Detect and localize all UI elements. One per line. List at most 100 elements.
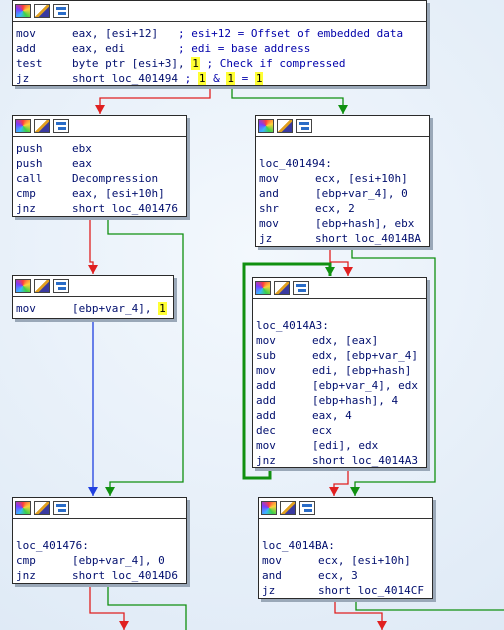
instruction-line[interactable]: call Decompression (16, 171, 183, 186)
operands: eax, [esi+10h] (72, 187, 165, 200)
block-label[interactable]: loc_4014A3: (256, 318, 423, 333)
block-label[interactable]: loc_401476: (16, 538, 183, 553)
instruction-line[interactable]: mov [edi], edx (256, 438, 423, 453)
comment: ; Check if compressed (199, 57, 346, 70)
arrow-head (343, 267, 353, 276)
rename-icon[interactable] (277, 119, 293, 133)
instruction-line[interactable]: jz short loc_4014CF (262, 583, 429, 598)
color-palette-icon[interactable] (255, 281, 271, 295)
group-nodes-icon[interactable] (299, 501, 315, 515)
instruction-line[interactable]: dec ecx (256, 423, 423, 438)
arrow-head (377, 621, 387, 630)
mnemonic: test (16, 57, 43, 70)
mnemonic: cmp (16, 187, 36, 200)
color-palette-icon[interactable] (15, 119, 31, 133)
block-code: loc_4014BA: mov ecx, [esi+10h] and ecx, 3 jz s… (259, 519, 432, 601)
instruction-line[interactable]: add eax, 4 (256, 408, 423, 423)
rename-icon[interactable] (274, 281, 290, 295)
instruction-line[interactable]: test byte ptr [esi+3], 1 ; Check if compr… (16, 56, 423, 71)
block-label[interactable]: loc_4014BA: (262, 538, 429, 553)
instruction-line[interactable]: and ecx, 3 (262, 568, 429, 583)
instruction-line[interactable]: push ebx (16, 141, 183, 156)
group-nodes-icon[interactable] (53, 279, 69, 293)
operands: ecx, [esi+10h] (315, 172, 408, 185)
instruction-line[interactable]: jnz short loc_4014A3 (256, 453, 423, 468)
block-header (256, 116, 429, 137)
color-palette-icon[interactable] (15, 279, 31, 293)
instruction-line[interactable]: add eax, edi ; edi = base address (16, 41, 423, 56)
mnemonic: and (262, 569, 282, 582)
basic-block-loc-4014A3[interactable]: loc_4014A3: mov edx, [eax] sub edx, [ebp+var… (252, 277, 427, 468)
color-palette-icon[interactable] (15, 4, 31, 18)
instruction-line[interactable]: add [ebp+hash], 4 (256, 393, 423, 408)
color-palette-icon[interactable] (261, 501, 277, 515)
color-palette-icon[interactable] (258, 119, 274, 133)
mnemonic: jnz (16, 569, 36, 582)
comment: ; edi = base address (177, 42, 311, 55)
operands: [ebp+var_4], edx (312, 379, 418, 392)
instruction-line[interactable]: mov edx, [eax] (256, 333, 423, 348)
instruction-line[interactable]: mov ecx, [esi+10h] (262, 553, 429, 568)
mnemonic: jnz (256, 454, 276, 467)
color-palette-icon[interactable] (15, 501, 31, 515)
basic-block-loc-401476[interactable]: loc_401476: cmp [ebp+var_4], 0 jnz short loc… (12, 497, 187, 584)
rename-icon[interactable] (34, 279, 50, 293)
operands: edi, [ebp+hash] (312, 364, 412, 377)
edge-false[interactable] (329, 246, 349, 276)
arrow-head (325, 267, 335, 276)
operands: [edi], edx (312, 439, 379, 452)
instruction-line[interactable]: jnz short loc_401476 (16, 201, 183, 216)
edge-true[interactable] (107, 583, 187, 630)
block-label[interactable]: loc_401494: (259, 156, 426, 171)
mnemonic: and (259, 187, 279, 200)
operands: Decompression (72, 172, 159, 185)
instruction-line[interactable]: shr ecx, 2 (259, 201, 426, 216)
rename-icon[interactable] (280, 501, 296, 515)
basic-block-loc-4014BA[interactable]: loc_4014BA: mov ecx, [esi+10h] and ecx, 3 jz s… (258, 497, 433, 599)
operands: edx, [eax] (312, 334, 379, 347)
operands: eax, [esi+12] ; esi+12 = Offset of embed… (72, 27, 404, 40)
mnemonic: add (256, 394, 276, 407)
edge-false[interactable] (89, 583, 125, 630)
instruction-line[interactable]: mov [ebp+var_4], 1 (16, 301, 170, 316)
group-nodes-icon[interactable] (293, 281, 309, 295)
instruction-line[interactable]: cmp eax, [esi+10h] (16, 186, 183, 201)
instruction-line[interactable]: mov edi, [ebp+hash] (256, 363, 423, 378)
instruction-line[interactable]: sub edx, [ebp+var_4] (256, 348, 423, 363)
rename-icon[interactable] (34, 4, 50, 18)
basic-block-decompress[interactable]: push ebx push eax call Decompression cmp eax, [… (12, 115, 187, 217)
mnemonic: push (16, 142, 43, 155)
group-nodes-icon[interactable] (53, 119, 69, 133)
instruction-line[interactable]: jz short loc_4014BA (259, 231, 426, 246)
group-nodes-icon[interactable] (53, 4, 69, 18)
basic-block-set-var4[interactable]: mov [ebp+var_4], 1 (12, 275, 174, 319)
mnemonic: mov (256, 364, 276, 377)
edge-true[interactable] (107, 216, 184, 496)
mnemonic: sub (256, 349, 276, 362)
edge-false[interactable] (334, 598, 383, 630)
instruction-line[interactable]: mov eax, [esi+12] ; esi+12 = Offset of em… (16, 26, 423, 41)
mnemonic: add (16, 42, 36, 55)
basic-block-loc-401494[interactable]: loc_401494: mov ecx, [esi+10h] and [ebp+var_… (255, 115, 430, 247)
instruction-line[interactable]: add [ebp+var_4], edx (256, 378, 423, 393)
mnemonic: add (256, 379, 276, 392)
rename-icon[interactable] (34, 501, 50, 515)
instruction-line[interactable]: jz short loc_401494 ; 1 & 1 = 1 (16, 71, 423, 86)
basic-block-entry[interactable]: mov eax, [esi+12] ; esi+12 = Offset of em… (12, 0, 427, 86)
instruction-line[interactable]: and [ebp+var_4], 0 (259, 186, 426, 201)
instruction-line[interactable]: mov ecx, [esi+10h] (259, 171, 426, 186)
instruction-line[interactable]: push eax (16, 156, 183, 171)
arrow-head (88, 487, 98, 496)
instruction-line[interactable]: cmp [ebp+var_4], 0 (16, 553, 183, 568)
operands: [ebp+var_4], 1 (72, 302, 167, 315)
operands: eax, 4 (312, 409, 352, 422)
instruction-line[interactable]: jnz short loc_4014D6 (16, 568, 183, 583)
mnemonic: mov (16, 27, 36, 40)
group-nodes-icon[interactable] (53, 501, 69, 515)
mnemonic: jz (259, 232, 273, 245)
rename-icon[interactable] (34, 119, 50, 133)
group-nodes-icon[interactable] (296, 119, 312, 133)
arrow-head (88, 265, 98, 274)
instruction-line[interactable]: mov [ebp+hash], ebx (259, 216, 426, 231)
